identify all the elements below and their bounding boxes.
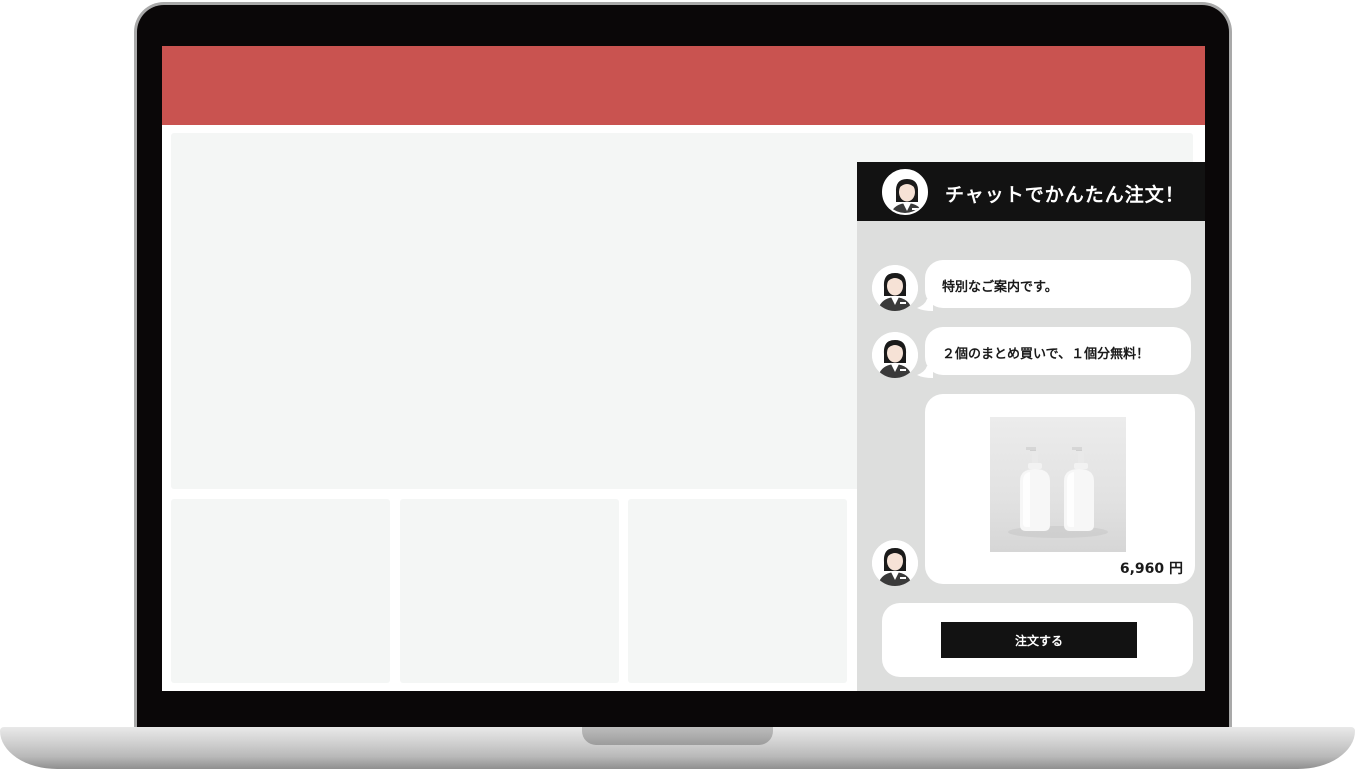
pump-bottles-image[interactable] <box>990 417 1126 552</box>
screen: チャットでかんたん注文！ 特別なご案内です。 ２個のまとめ買いで、１個分無料！ … <box>162 46 1205 691</box>
operator-avatar-icon <box>872 265 918 311</box>
order-button[interactable]: 注文する <box>941 622 1137 658</box>
chat-widget: チャットでかんたん注文！ 特別なご案内です。 ２個のまとめ買いで、１個分無料！ … <box>857 162 1205 691</box>
content-tile-3 <box>628 499 847 683</box>
laptop-mockup: チャットでかんたん注文！ 特別なご案内です。 ２個のまとめ買いで、１個分無料！ … <box>0 0 1355 769</box>
order-card: 注文する <box>882 603 1193 677</box>
content-tile-2 <box>400 499 619 683</box>
operator-avatar-icon <box>882 169 928 215</box>
chat-message-text: 特別なご案内です。 <box>942 280 1058 295</box>
content-tile-1 <box>171 499 390 683</box>
chat-header: チャットでかんたん注文！ <box>857 162 1205 221</box>
laptop-notch <box>582 727 773 745</box>
chat-message-text: ２個のまとめ買いで、１個分無料！ <box>942 347 1150 362</box>
chat-message: 特別なご案内です。 <box>925 260 1191 308</box>
product-price: 6,960 円 <box>1119 561 1183 577</box>
chat-title: チャットでかんたん注文！ <box>945 184 1185 206</box>
operator-avatar-icon <box>872 332 918 378</box>
chat-message: ２個のまとめ買いで、１個分無料！ <box>925 327 1191 375</box>
site-header <box>162 46 1205 125</box>
operator-avatar-icon <box>872 540 918 586</box>
